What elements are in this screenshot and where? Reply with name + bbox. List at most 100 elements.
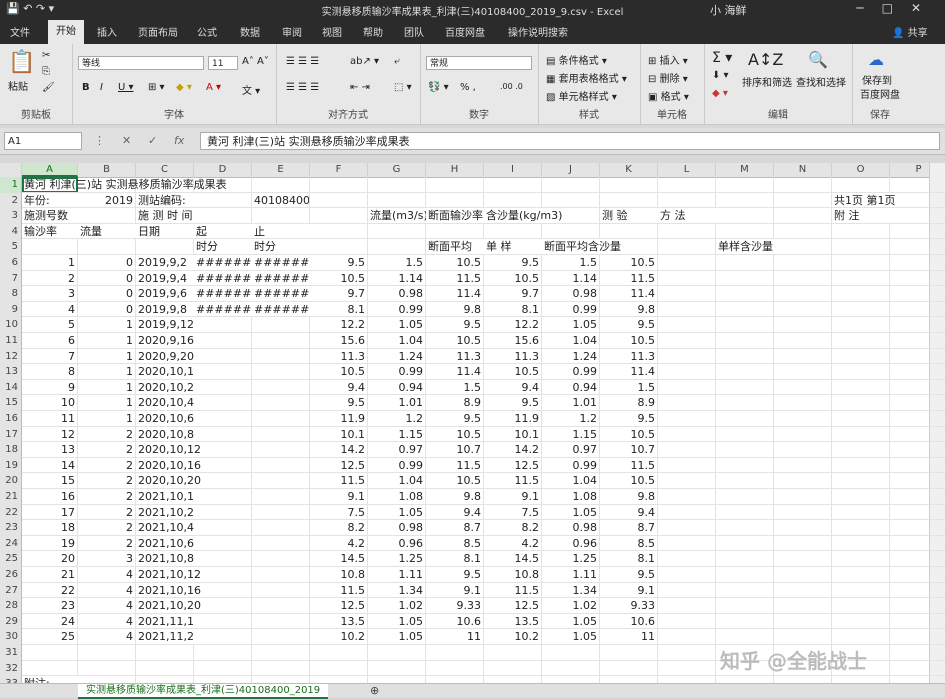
grow-font-icon[interactable]: A˄ A˅: [242, 56, 269, 67]
cell[interactable]: [774, 379, 832, 396]
cell[interactable]: 11.5: [310, 582, 368, 599]
cell[interactable]: [774, 348, 832, 365]
currency-icon[interactable]: 💱 ▾: [428, 82, 449, 93]
row-header[interactable]: 26: [0, 567, 22, 583]
cell[interactable]: 0: [78, 286, 136, 302]
cell[interactable]: [310, 660, 368, 677]
cell[interactable]: 11.3: [484, 348, 542, 365]
font-color-icon[interactable]: A ▾: [206, 82, 221, 93]
border-icon[interactable]: ⊞ ▾: [148, 82, 165, 93]
cell[interactable]: 23: [22, 598, 78, 614]
cell[interactable]: 1.14: [542, 270, 600, 287]
cell[interactable]: 4.2: [484, 535, 542, 552]
cell[interactable]: 1.08: [542, 489, 600, 505]
cell[interactable]: [484, 660, 542, 677]
cell[interactable]: ########: [252, 286, 310, 302]
cell[interactable]: [600, 676, 658, 683]
cell[interactable]: 1.05: [542, 613, 600, 630]
cell[interactable]: 9.8: [600, 301, 658, 318]
cell[interactable]: 10.1: [310, 426, 368, 443]
cell[interactable]: 10.6: [600, 613, 658, 630]
column-header-I[interactable]: I: [484, 163, 542, 177]
cell[interactable]: 10.5: [484, 270, 542, 287]
cell[interactable]: 断面输沙率(: [426, 208, 484, 224]
decimal-icon[interactable]: .00 .0: [500, 82, 523, 91]
column-header-A[interactable]: A: [22, 163, 78, 177]
cell[interactable]: [716, 395, 774, 411]
cell[interactable]: 2019,9,4: [136, 271, 194, 287]
cell[interactable]: [78, 660, 136, 677]
cell[interactable]: [774, 333, 832, 349]
cell[interactable]: 4: [78, 629, 136, 645]
cell[interactable]: [774, 598, 832, 614]
cell[interactable]: [658, 333, 716, 349]
cell[interactable]: 1: [78, 411, 136, 427]
paste-button[interactable]: 粘贴: [8, 78, 28, 93]
cell[interactable]: [22, 645, 78, 661]
cell[interactable]: 测 验: [600, 208, 658, 224]
cell[interactable]: [774, 582, 832, 599]
cell[interactable]: [484, 645, 542, 661]
cell[interactable]: ########: [194, 302, 252, 318]
cell[interactable]: [832, 567, 890, 583]
name-box[interactable]: A1: [4, 132, 82, 150]
insert-function-icon[interactable]: fx: [174, 134, 184, 147]
cell[interactable]: 11.5: [600, 457, 658, 474]
column-header-D[interactable]: D: [194, 163, 252, 177]
column-header-O[interactable]: O: [832, 163, 890, 177]
row-header[interactable]: 21: [0, 489, 22, 505]
cell[interactable]: 2019,9,2: [136, 255, 194, 271]
cell[interactable]: [136, 645, 194, 661]
cell[interactable]: [890, 286, 945, 302]
cell[interactable]: [832, 535, 890, 552]
cell[interactable]: 14.2: [484, 442, 542, 458]
format-as-table-button[interactable]: ▦ 套用表格格式 ▾: [546, 70, 627, 85]
cell[interactable]: [774, 317, 832, 333]
cell[interactable]: [890, 676, 945, 683]
tab-10[interactable]: 百度网盘: [445, 24, 485, 39]
cell[interactable]: 12.5: [310, 598, 368, 614]
cell[interactable]: 11: [600, 629, 658, 645]
copy-icon[interactable]: ⎘: [42, 66, 50, 77]
cell[interactable]: [658, 192, 716, 209]
cell[interactable]: 2021,10,12: [136, 567, 310, 583]
cell[interactable]: 7: [22, 348, 78, 365]
cell[interactable]: [310, 192, 368, 209]
cell[interactable]: 1.2: [368, 411, 426, 427]
cell[interactable]: 1.05: [542, 504, 600, 521]
cell[interactable]: 2020,10,12: [136, 442, 310, 458]
cell[interactable]: 10.8: [310, 567, 368, 583]
cell[interactable]: 20: [22, 551, 78, 567]
cell[interactable]: [716, 598, 774, 614]
cell[interactable]: 1.5: [542, 255, 600, 271]
cell[interactable]: [716, 567, 774, 583]
cell[interactable]: 2019: [78, 192, 136, 209]
cell[interactable]: 10.6: [426, 613, 484, 630]
tab-5[interactable]: 数据: [240, 24, 260, 39]
tab-3[interactable]: 页面布局: [138, 24, 178, 39]
cell[interactable]: 输沙率: [22, 224, 78, 240]
column-header-J[interactable]: J: [542, 163, 600, 177]
cell[interactable]: 0.98: [368, 520, 426, 536]
cell[interactable]: [658, 348, 716, 365]
cell[interactable]: [252, 645, 310, 661]
formula-input[interactable]: 黄河 利津(三)站 实测悬移质输沙率成果表: [200, 132, 940, 150]
cell[interactable]: 8.5: [600, 535, 658, 552]
cell[interactable]: [716, 379, 774, 396]
cell[interactable]: [832, 457, 890, 474]
cell[interactable]: [890, 177, 945, 193]
cell[interactable]: [716, 317, 774, 333]
cell[interactable]: 8.2: [310, 520, 368, 536]
cell[interactable]: [658, 535, 716, 552]
cell[interactable]: [658, 457, 716, 474]
cell[interactable]: 0.99: [368, 301, 426, 318]
cell[interactable]: [716, 442, 774, 458]
cell[interactable]: 10.8: [484, 567, 542, 583]
cell[interactable]: [832, 442, 890, 458]
cell[interactable]: [426, 192, 484, 209]
cell[interactable]: 2021,10,4: [136, 520, 310, 536]
cell[interactable]: 2020,10,4: [136, 395, 310, 411]
cell[interactable]: 1.34: [542, 582, 600, 599]
cell[interactable]: [658, 504, 716, 521]
cell[interactable]: 11.3: [310, 348, 368, 365]
